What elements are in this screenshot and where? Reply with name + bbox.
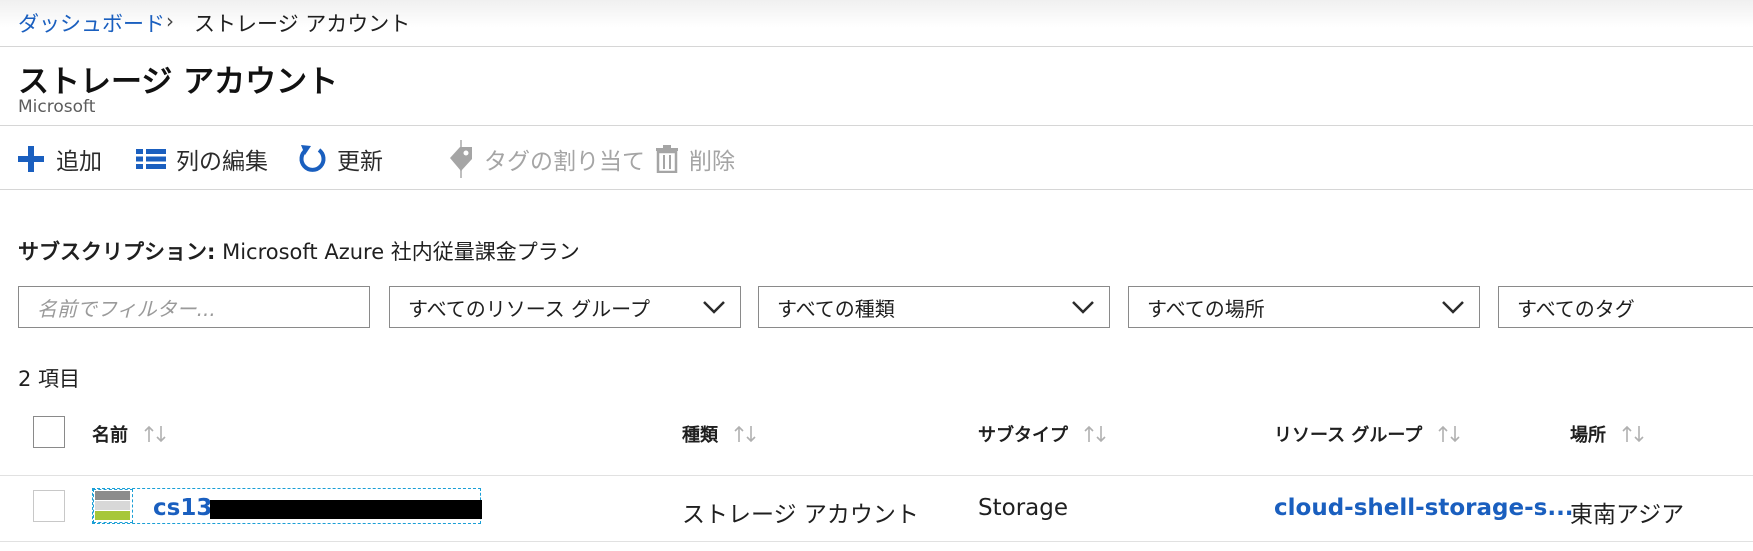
subscription-label: サブスクリプション: — [18, 240, 216, 264]
row-resource-group-link[interactable]: cloud-shell-storage-s... — [1274, 495, 1574, 521]
breadcrumb-separator: › — [166, 9, 174, 33]
row-subtype: Storage — [978, 495, 1068, 521]
sort-icon — [1436, 424, 1462, 444]
subscription-line: サブスクリプション: Microsoft Azure 社内従量課金プラン — [18, 236, 580, 266]
columns-list-icon — [136, 148, 166, 170]
sort-icon — [142, 424, 168, 444]
resource-group-dropdown[interactable]: すべてのリソース グループ — [389, 286, 741, 328]
breadcrumb-bar: ダッシュボード › ストレージ アカウント — [0, 0, 1753, 47]
item-count: 2 項目 — [18, 367, 81, 391]
page-title: ストレージ アカウント — [18, 64, 339, 100]
table-row-divider — [0, 541, 1753, 542]
sort-icon — [732, 424, 758, 444]
column-header-subtype[interactable]: サブタイプ — [978, 421, 1108, 447]
sort-icon — [1620, 424, 1646, 444]
column-header-subtype-label: サブタイプ — [978, 425, 1068, 446]
trash-icon — [655, 145, 679, 173]
chevron-down-icon — [1071, 297, 1095, 321]
column-header-name-label: 名前 — [92, 425, 128, 446]
breadcrumb-dashboard-link[interactable]: ダッシュボード — [18, 8, 165, 38]
column-header-resource-group[interactable]: リソース グループ — [1274, 421, 1462, 447]
edit-columns-label: 列の編集 — [176, 149, 268, 175]
toolbar-divider — [0, 189, 1753, 190]
assign-tags-label: タグの割り当て — [484, 149, 645, 175]
column-header-resource-group-label: リソース グループ — [1274, 425, 1423, 446]
column-header-location-label: 場所 — [1570, 425, 1606, 446]
resource-group-dropdown-value: すべてのリソース グループ — [408, 296, 650, 321]
subscription-value[interactable]: Microsoft Azure 社内従量課金プラン — [222, 240, 580, 264]
column-header-location[interactable]: 場所 — [1570, 421, 1646, 447]
row-type: ストレージ アカウント — [682, 502, 919, 528]
table-header-divider — [0, 475, 1753, 476]
plus-icon — [16, 144, 46, 174]
edit-columns-button[interactable]: 列の編集 — [136, 141, 268, 177]
storage-account-name-link[interactable]: cs13 — [153, 495, 212, 521]
chevron-down-icon — [702, 297, 726, 321]
type-dropdown-value: すべての種類 — [777, 296, 895, 321]
location-dropdown[interactable]: すべての場所 — [1128, 286, 1480, 328]
delete-label: 削除 — [689, 149, 735, 175]
assign-tags-button[interactable]: タグの割り当て — [446, 141, 645, 177]
refresh-button[interactable]: 更新 — [297, 141, 383, 177]
column-header-name[interactable]: 名前 — [92, 421, 168, 447]
row-checkbox[interactable] — [33, 490, 65, 522]
tag-icon — [446, 144, 474, 174]
header-divider — [0, 125, 1753, 126]
add-button-label: 追加 — [56, 149, 102, 175]
location-dropdown-value: すべての場所 — [1147, 296, 1265, 321]
refresh-icon — [297, 143, 327, 175]
column-header-type[interactable]: 種類 — [682, 421, 758, 447]
delete-button[interactable]: 削除 — [655, 141, 735, 177]
redaction-bar — [210, 500, 482, 519]
tags-dropdown[interactable]: すべてのタグ — [1498, 286, 1753, 328]
name-filter-placeholder: 名前でフィルター... — [37, 296, 216, 321]
row-location: 東南アジア — [1570, 502, 1685, 528]
refresh-label: 更新 — [337, 149, 383, 175]
tags-dropdown-value: すべてのタグ — [1517, 296, 1635, 321]
page-subtitle: Microsoft — [18, 97, 96, 117]
sort-icon — [1082, 424, 1108, 444]
column-header-type-label: 種類 — [682, 425, 718, 446]
type-dropdown[interactable]: すべての種類 — [758, 286, 1110, 328]
select-all-checkbox[interactable] — [33, 416, 65, 448]
add-button[interactable]: 追加 — [16, 141, 102, 177]
chevron-down-icon — [1441, 297, 1465, 321]
name-filter-input[interactable]: 名前でフィルター... — [18, 286, 370, 328]
breadcrumb-current: ストレージ アカウント — [194, 12, 411, 36]
